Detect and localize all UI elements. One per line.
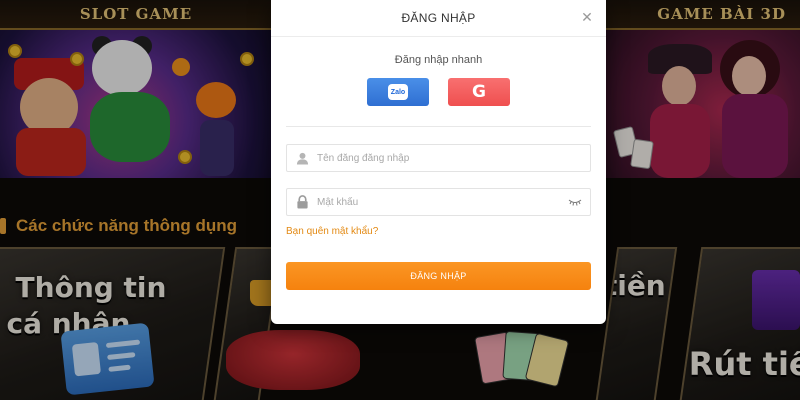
user-icon — [287, 145, 317, 171]
zalo-login-button[interactable]: Zalo — [367, 78, 429, 106]
google-icon: G — [472, 82, 486, 102]
modal-title: ĐĂNG NHẬP — [401, 11, 476, 25]
close-icon[interactable]: ✕ — [580, 9, 594, 25]
lock-icon — [287, 189, 317, 215]
username-input[interactable] — [317, 145, 590, 171]
password-field[interactable] — [286, 188, 591, 216]
zalo-icon: Zalo — [388, 84, 408, 100]
login-submit-button[interactable]: ĐĂNG NHẬP — [286, 262, 591, 290]
password-input[interactable] — [317, 189, 560, 215]
username-field[interactable] — [286, 144, 591, 172]
google-login-button[interactable]: G — [448, 78, 510, 106]
divider — [286, 126, 591, 127]
quick-login-label: Đăng nhập nhanh — [394, 54, 483, 66]
eye-closed-icon[interactable] — [560, 189, 590, 215]
login-modal: ĐĂNG NHẬP ✕ Đăng nhập nhanh Zalo G Tên đ… — [271, 0, 606, 324]
modal-header: ĐĂNG NHẬP ✕ — [271, 0, 606, 37]
forgot-password-link[interactable]: Bạn quên mật khẩu? — [286, 226, 378, 237]
